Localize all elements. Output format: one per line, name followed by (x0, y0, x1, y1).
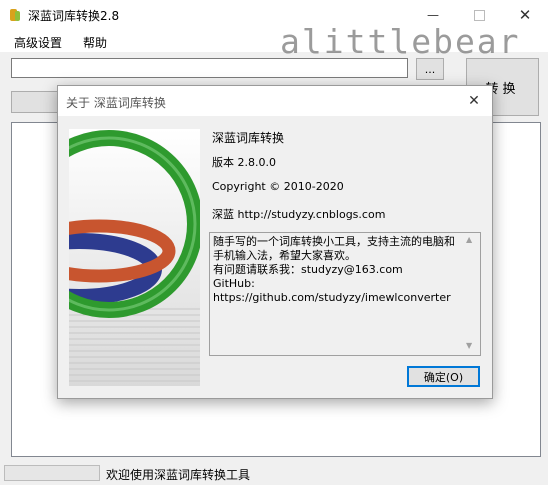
author-link[interactable]: 深蓝 http://studyzy.cnblogs.com (212, 206, 385, 222)
version-text: 版本 2.8.0.0 (212, 156, 276, 169)
scroll-down-icon[interactable]: ▼ (466, 341, 472, 350)
product-logo-image (69, 129, 200, 386)
description-scrollbar[interactable]: ▲ ▼ (462, 233, 480, 355)
status-text: 欢迎使用深蓝词库转换工具 (106, 468, 251, 482)
close-icon: ✕ (518, 6, 532, 24)
menu-advanced-settings[interactable]: 高级设置 (14, 34, 62, 51)
maximize-icon (473, 9, 485, 21)
app-logo-icon (7, 7, 23, 23)
format-select[interactable] (11, 91, 59, 113)
description-textbox[interactable]: 随手写的一个词库转换小工具，支持主流的电脑和手机输入法，希望大家喜欢。 有问题请… (209, 232, 481, 356)
menu-help[interactable]: 帮助 (83, 34, 107, 51)
dialog-title: 关于 深蓝词库转换 (66, 96, 166, 110)
description-text: 随手写的一个词库转换小工具，支持主流的电脑和手机输入法，希望大家喜欢。 有问题请… (213, 235, 455, 304)
about-dialog: 关于 深蓝词库转换 ✕ 深蓝词库转换 版本 2.8.0.0 Copyright … (57, 85, 493, 399)
close-icon: ✕ (468, 93, 480, 109)
copyright-text: Copyright © 2010-2020 (212, 180, 344, 193)
scroll-up-icon[interactable]: ▲ (466, 235, 472, 244)
product-name: 深蓝词库转换 (212, 131, 285, 145)
dialog-close-button[interactable]: ✕ (462, 90, 486, 112)
ok-button[interactable]: 确定(O) (407, 366, 480, 387)
browse-button[interactable]: ... (416, 58, 444, 80)
watermark-text: alittlebear (280, 22, 521, 61)
progress-bar (4, 465, 100, 481)
window-title: 深蓝词库转换2.8 (28, 9, 120, 23)
file-path-input[interactable] (11, 58, 408, 78)
minimize-icon: — (427, 8, 439, 22)
